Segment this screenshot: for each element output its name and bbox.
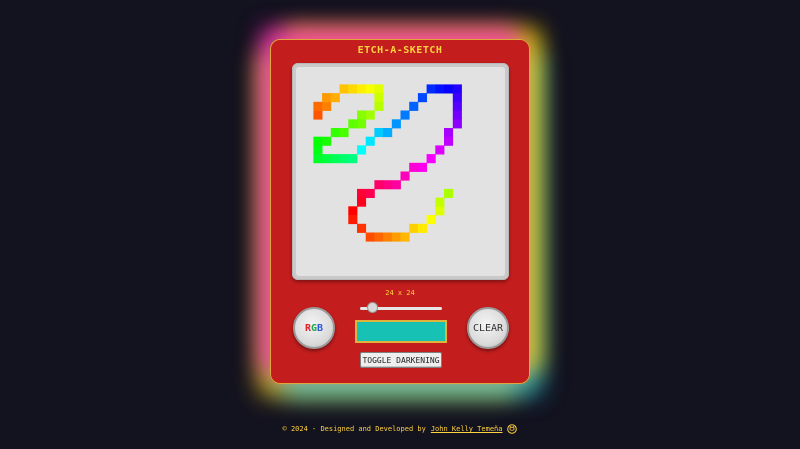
drawn-pixel xyxy=(313,145,323,155)
drawn-pixel xyxy=(374,128,384,138)
drawn-pixel xyxy=(452,93,462,103)
drawn-pixel xyxy=(348,215,358,225)
drawn-pixel xyxy=(357,84,367,94)
drawn-pixel xyxy=(400,171,410,181)
drawn-pixel xyxy=(339,128,349,138)
github-cat-icon[interactable] xyxy=(507,424,518,434)
drawn-pixel xyxy=(409,101,419,111)
drawn-pixel xyxy=(426,154,436,164)
drawn-pixel xyxy=(357,119,367,129)
drawn-pixel xyxy=(417,93,427,103)
drawn-pixel xyxy=(322,154,332,164)
drawn-pixel xyxy=(365,136,375,146)
drawn-pixel xyxy=(322,93,332,103)
drawn-pixel xyxy=(365,84,375,94)
drawn-pixel xyxy=(313,154,323,164)
clear-button[interactable]: CLEAR xyxy=(467,307,509,349)
drawn-pixel xyxy=(357,110,367,120)
drawn-pixel xyxy=(417,162,427,172)
drawn-pixel xyxy=(365,110,375,120)
app-title: ETCH-A-SKETCH xyxy=(357,45,443,56)
drawn-pixel xyxy=(374,232,384,242)
grid-size-slider[interactable] xyxy=(360,302,442,313)
drawn-pixel xyxy=(426,84,436,94)
footer: © 2024 - Designed and Developed by John … xyxy=(0,424,800,434)
drawn-pixel xyxy=(348,84,358,94)
drawn-pixel xyxy=(330,128,340,138)
drawn-pixel xyxy=(435,197,445,207)
drawn-pixel xyxy=(374,93,384,103)
drawn-pixel xyxy=(330,93,340,103)
drawn-pixel xyxy=(348,119,358,129)
drawn-pixel xyxy=(322,101,332,111)
grid-size-label: 24 x 24 xyxy=(385,289,415,297)
drawn-pixel xyxy=(357,188,367,198)
drawn-pixel xyxy=(365,188,375,198)
drawn-pixel xyxy=(383,180,393,190)
drawn-pixel xyxy=(313,101,323,111)
drawn-pixel xyxy=(435,145,445,155)
drawn-pixel xyxy=(391,232,401,242)
drawn-pixel xyxy=(452,119,462,129)
drawn-pixel xyxy=(365,232,375,242)
toggle-darkening-button[interactable]: TOGGLE DARKENING xyxy=(360,352,442,368)
drawn-pixel xyxy=(348,206,358,216)
drawn-pixel xyxy=(357,223,367,233)
drawn-pixel xyxy=(426,215,436,225)
drawing-canvas[interactable] xyxy=(296,67,505,276)
drawn-pixel xyxy=(374,180,384,190)
drawn-pixel xyxy=(409,223,419,233)
drawn-pixel xyxy=(444,188,454,198)
drawn-pixel xyxy=(339,84,349,94)
drawn-pixel xyxy=(435,84,445,94)
drawn-pixel xyxy=(357,197,367,207)
drawn-pixel xyxy=(322,136,332,146)
drawn-pixel xyxy=(391,180,401,190)
drawn-pixel xyxy=(417,223,427,233)
drawn-pixel xyxy=(357,145,367,155)
drawn-pixel xyxy=(452,110,462,120)
slider-thumb[interactable] xyxy=(367,302,378,313)
drawn-pixel xyxy=(400,110,410,120)
drawn-pixel xyxy=(374,84,384,94)
color-picker[interactable] xyxy=(355,320,447,343)
screen-bezel xyxy=(292,63,509,280)
drawn-pixel xyxy=(348,154,358,164)
drawn-pixel xyxy=(374,101,384,111)
drawing-svg[interactable] xyxy=(296,67,505,276)
drawn-pixel xyxy=(313,110,323,120)
rgb-button[interactable]: RGB xyxy=(293,307,335,349)
footer-text: © 2024 - Designed and Developed by xyxy=(282,425,426,433)
drawn-pixel xyxy=(313,136,323,146)
author-link[interactable]: John Kelly Temeña xyxy=(431,425,503,433)
drawn-pixel xyxy=(444,128,454,138)
drawn-pixel xyxy=(391,119,401,129)
drawn-pixel xyxy=(452,84,462,94)
drawn-pixel xyxy=(339,154,349,164)
etch-a-sketch-frame: ETCH-A-SKETCH 24 x 24 RGB CLEAR TOGGLE D… xyxy=(270,39,530,384)
drawn-pixel xyxy=(400,232,410,242)
drawn-pixel xyxy=(435,206,445,216)
drawn-pixel xyxy=(452,101,462,111)
drawn-pixel xyxy=(383,128,393,138)
drawn-pixel xyxy=(330,154,340,164)
drawn-pixel xyxy=(409,162,419,172)
page: ETCH-A-SKETCH 24 x 24 RGB CLEAR TOGGLE D… xyxy=(0,0,800,449)
rgb-letter-b: B xyxy=(317,322,324,334)
drawn-pixel xyxy=(383,232,393,242)
drawn-pixel xyxy=(444,84,454,94)
drawn-pixel xyxy=(444,136,454,146)
